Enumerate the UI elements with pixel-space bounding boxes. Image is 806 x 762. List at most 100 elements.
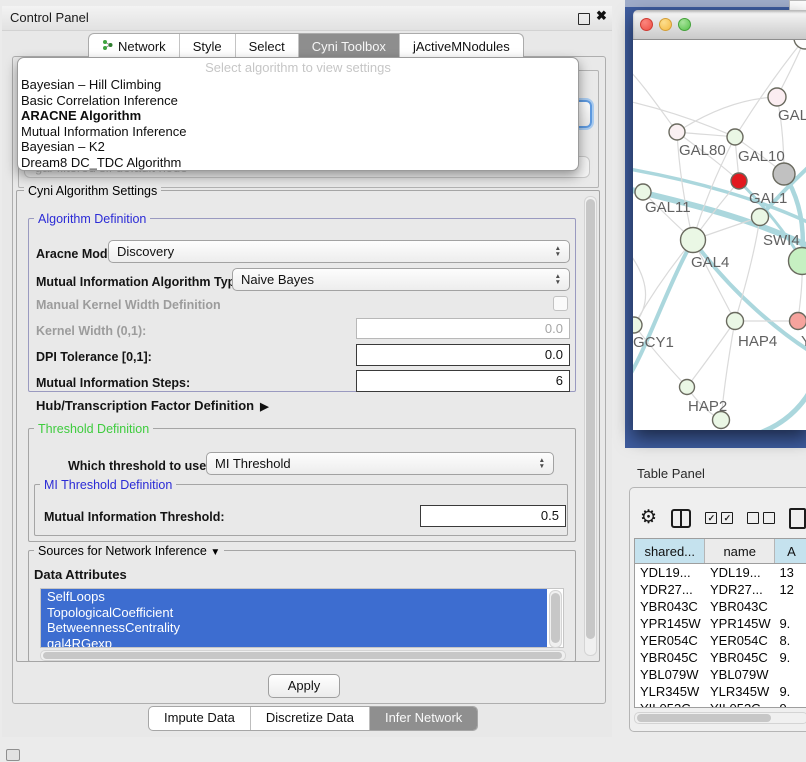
tab-select[interactable]: Select [236,34,299,58]
bottom-tab-discretize-data[interactable]: Discretize Data [251,707,370,730]
node-big-green[interactable] [789,248,806,275]
close-traffic-light-icon[interactable] [640,18,653,31]
tab-network[interactable]: Network [89,34,180,58]
attributes-vertical-scrollbar[interactable] [549,590,562,648]
select-all-checkboxes-icon[interactable]: ✓✓ [705,512,733,524]
column-header-a[interactable]: A [774,539,806,564]
attribute-item-betweennesscentrality[interactable]: BetweennessCentrality [41,620,547,636]
thin-edge[interactable] [633,245,646,325]
table-cell: YDR27... [635,581,705,598]
network-window: GAL7GAL80GAL10GAL1GAL11SWI4GAL4GCY1HAP4Y… [633,10,806,430]
table-row[interactable]: YPR145WYPR145W9. [635,615,806,632]
dropdown-item-basic-correlation-inference[interactable]: Basic Correlation Inference [18,93,578,109]
node-label-gal1: GAL1 [749,190,787,207]
node-gal10[interactable] [727,129,743,145]
minimize-traffic-light-icon[interactable] [659,18,672,31]
table-row[interactable]: YBR043CYBR043C [635,598,806,615]
hub-definition-toggle[interactable]: Hub/Transcription Factor Definition▶ [36,398,269,413]
bottom-tab-infer-network[interactable]: Infer Network [370,707,477,730]
mi-steps-field[interactable]: 6 [356,370,570,392]
thin-edge[interactable] [633,68,677,132]
dropdown-item-aracne-algorithm[interactable]: ARACNE Algorithm [18,108,578,124]
table-row[interactable]: YIL052CYIL052C9 [635,700,806,708]
network-icon [102,39,113,54]
tab-jactivemnodules[interactable]: jActiveMNodules [400,34,523,58]
node-gal80[interactable] [669,124,685,140]
bottom-tab-impute-data[interactable]: Impute Data [149,707,251,730]
column-header-name[interactable]: name [705,539,774,564]
network-canvas[interactable]: GAL7GAL80GAL10GAL1GAL11SWI4GAL4GCY1HAP4Y… [633,40,806,430]
aracne-mode-label: Aracne Mode: [36,247,119,261]
document-icon[interactable] [789,508,806,529]
dpi-tolerance-field[interactable]: 0.0 [356,344,570,366]
apply-button[interactable]: Apply [268,674,340,698]
mi-type-combo[interactable]: Naive Bayes ▲▼ [232,268,570,291]
dropdown-placeholder: Select algorithm to view settings [18,58,578,77]
close-icon[interactable]: ✖ [596,8,607,24]
panel-dock-icon[interactable] [6,749,20,761]
node-salmon-node[interactable] [790,313,806,330]
node-label-gal80: GAL80 [679,142,726,159]
node-swi4[interactable] [752,209,769,226]
table-cell: 9. [774,683,806,700]
aracne-mode-combo[interactable]: Discovery ▲▼ [108,240,570,263]
split-columns-icon[interactable] [671,509,691,528]
aracne-mode-value: Discovery [117,244,555,259]
node-hap2[interactable] [680,380,695,395]
table-horizontal-scrollbar[interactable] [634,712,806,724]
tab-label: Cyni Toolbox [312,39,386,54]
gear-icon[interactable]: ⚙ [640,505,657,531]
settings-vertical-scrollbar[interactable] [584,196,597,656]
table-row[interactable]: YBR045CYBR045C9. [635,649,806,666]
expanded-arrow-icon: ▼ [210,547,220,558]
table-cell: 9 [774,700,806,708]
table-row[interactable]: YBL079WYBL079W [635,666,806,683]
table-row[interactable]: YLR345WYLR345W9. [635,683,806,700]
manual-kernel-checkbox[interactable] [553,296,568,311]
node-top-node[interactable] [794,40,806,49]
column-header-shared[interactable]: shared... [635,539,705,564]
node-gcy1[interactable] [633,317,642,333]
node-gal1[interactable] [731,173,747,189]
network-window-titlebar[interactable] [633,10,806,40]
sources-title[interactable]: Sources for Network Inference ▼ [34,544,224,558]
table-cell: 9. [774,649,806,666]
which-threshold-value: MI Threshold [215,456,539,471]
thin-edge[interactable] [687,321,735,387]
table-row[interactable]: YER054CYER054C8. [635,632,806,649]
dropdown-item-dream8-dc-tdc-algorithm[interactable]: Dream8 DC_TDC Algorithm [18,155,578,171]
node-gray-node[interactable] [773,163,795,185]
node-hap4[interactable] [727,313,744,330]
dropdown-item-bayesian-hill-climbing[interactable]: Bayesian – Hill Climbing [18,77,578,93]
thin-edge[interactable] [677,97,777,132]
table-row[interactable]: YDL19...YDL19...13 [635,564,806,582]
tab-cyni-toolbox[interactable]: Cyni Toolbox [299,34,400,58]
attribute-item-selfloops[interactable]: SelfLoops [41,589,547,605]
attribute-item-topologicalcoefficient[interactable]: TopologicalCoefficient [41,605,547,621]
node-gal7[interactable] [768,88,786,106]
dropdown-item-bayesian-k2[interactable]: Bayesian – K2 [18,139,578,155]
zoom-traffic-light-icon[interactable] [678,18,691,31]
tab-label: Select [249,39,285,54]
table-header-row: shared...nameA [635,539,806,564]
deselect-all-checkboxes-icon[interactable] [747,512,775,524]
which-threshold-combo[interactable]: MI Threshold ▲▼ [206,452,554,475]
mi-threshold-field[interactable]: 0.5 [420,505,566,527]
table-cell: YLR345W [705,683,774,700]
dropdown-item-mutual-information-inference[interactable]: Mutual Information Inference [18,124,578,140]
node-gal11[interactable] [635,184,651,200]
node-label-swi4: SWI4 [763,232,800,249]
attribute-item-gal4rgexp[interactable]: gal4RGexp [41,636,547,648]
float-window-icon[interactable] [578,13,590,25]
table-row[interactable]: YDR27...YDR27...12 [635,581,806,598]
data-attributes-list[interactable]: SelfLoopsTopologicalCoefficientBetweenne… [40,588,564,648]
node-gal4[interactable] [681,228,706,253]
table-cell: YBR045C [635,649,705,666]
table-cell: YBR043C [635,598,705,615]
node-table[interactable]: shared...nameAYDL19...YDL19...13YDR27...… [634,538,806,708]
tab-bar: NetworkStyle Select Cyni Toolbox jActiveMNo… [88,33,524,58]
tab-style[interactable]: Style [180,34,236,58]
kernel-width-field[interactable]: 0.0 [356,318,570,339]
thin-edge[interactable] [735,217,760,321]
attributes-horizontal-scrollbar[interactable] [40,650,566,661]
